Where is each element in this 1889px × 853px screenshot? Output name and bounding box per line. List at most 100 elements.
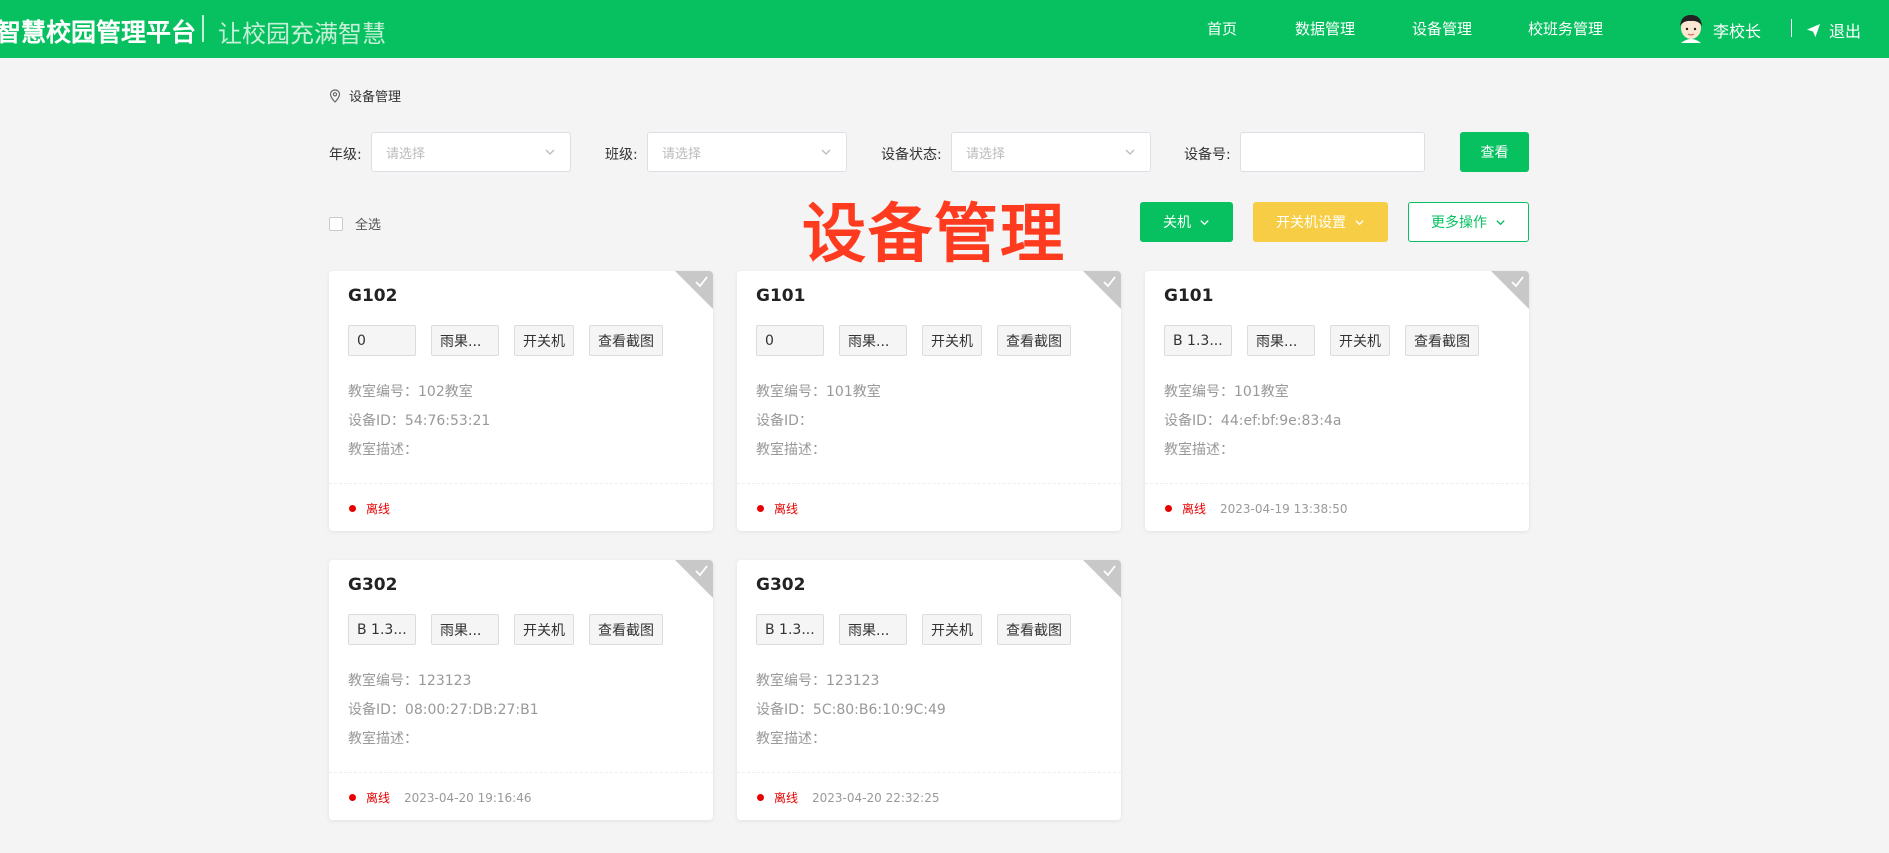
- power-toggle-button[interactable]: 开关机: [514, 614, 574, 645]
- room-description: 教室描述：: [1164, 439, 1234, 459]
- device-value-chip[interactable]: 0: [348, 325, 416, 356]
- power-toggle-button[interactable]: 开关机: [922, 614, 982, 645]
- checkbox-box[interactable]: [329, 216, 343, 231]
- room-number-label: 教室编号：: [756, 384, 826, 400]
- room-number-value: 101教室: [1234, 384, 1289, 400]
- room-number-label: 教室编号：: [1164, 384, 1234, 400]
- room-number-value: 102教室: [418, 384, 473, 400]
- page-title: 设备管理: [802, 198, 1066, 272]
- chevron-down-icon: [821, 149, 831, 155]
- nav-device-management[interactable]: 设备管理: [1412, 18, 1472, 39]
- grade-placeholder: 请选择: [386, 146, 426, 162]
- chevron-down-icon: [1355, 219, 1364, 225]
- nav-class-management[interactable]: 校班务管理: [1528, 18, 1603, 39]
- breadcrumb: 设备管理: [329, 86, 401, 105]
- power-toggle-button[interactable]: 开关机: [922, 325, 982, 356]
- view-screenshot-button[interactable]: 查看截图: [997, 325, 1071, 356]
- room-description: 教室描述：: [756, 439, 826, 459]
- avatar-icon[interactable]: [1677, 13, 1705, 43]
- device-value-chip[interactable]: B 1.3...: [348, 614, 416, 645]
- status-text: 离线: [774, 502, 799, 516]
- status-time: 2023-04-19 13:38:50: [1220, 501, 1348, 516]
- nav-data-management[interactable]: 数据管理: [1295, 18, 1355, 39]
- power-off-button[interactable]: 关机: [1140, 202, 1233, 242]
- device-no-input[interactable]: [1240, 132, 1425, 172]
- view-screenshot-button[interactable]: 查看截图: [589, 614, 663, 645]
- room-number-label: 教室编号：: [756, 673, 826, 689]
- status-dot: [757, 794, 764, 801]
- nav-home[interactable]: 首页: [1207, 18, 1237, 39]
- device-brand-chip[interactable]: 雨果...: [431, 325, 499, 356]
- chevron-down-icon: [1125, 149, 1135, 155]
- card-actions: 0 雨果... 开关机 查看截图: [756, 325, 1071, 356]
- device-id: 设备ID：44:ef:bf:9e:83:4a: [1164, 410, 1342, 430]
- device-brand-chip[interactable]: 雨果...: [1247, 325, 1315, 356]
- view-button[interactable]: 查看: [1460, 132, 1529, 172]
- status-text: 离线: [774, 791, 799, 805]
- device-value-chip[interactable]: B 1.3...: [1164, 325, 1232, 356]
- device-card[interactable]: G302 B 1.3... 雨果... 开关机 查看截图 教室编号：123123…: [737, 560, 1121, 820]
- card-divider: [737, 772, 1121, 773]
- check-icon: [1511, 276, 1524, 288]
- logout-label: 退出: [1829, 22, 1862, 41]
- grade-label: 年级:: [329, 147, 362, 163]
- room-number: 教室编号：101教室: [756, 381, 881, 401]
- status-select[interactable]: 请选择: [951, 132, 1151, 172]
- brand-divider: [202, 15, 204, 42]
- status-time: 2023-04-20 22:32:25: [812, 790, 940, 805]
- card-actions: B 1.3... 雨果... 开关机 查看截图: [1164, 325, 1479, 356]
- device-title: G101: [1164, 286, 1214, 306]
- device-id: 设备ID：08:00:27:DB:27:B1: [348, 699, 539, 719]
- device-brand-chip[interactable]: 雨果...: [839, 614, 907, 645]
- status-dot: [349, 505, 356, 512]
- room-description: 教室描述：: [348, 728, 418, 748]
- user-divider: [1791, 19, 1792, 37]
- view-screenshot-button[interactable]: 查看截图: [997, 614, 1071, 645]
- top-header: 智慧校园管理平台 让校园充满智慧 首页 数据管理 设备管理 校班务管理 李校长 …: [0, 0, 1889, 58]
- more-actions-button[interactable]: 更多操作: [1408, 202, 1529, 242]
- grade-select[interactable]: 请选择: [371, 132, 571, 172]
- card-divider: [329, 772, 713, 773]
- check-icon: [1103, 565, 1116, 577]
- select-all-checkbox[interactable]: 全选: [329, 214, 381, 233]
- breadcrumb-current: 设备管理: [349, 90, 402, 105]
- view-screenshot-button[interactable]: 查看截图: [589, 325, 663, 356]
- room-description: 教室描述：: [756, 728, 826, 748]
- card-actions: 0 雨果... 开关机 查看截图: [348, 325, 663, 356]
- device-card[interactable]: G101 B 1.3... 雨果... 开关机 查看截图 教室编号：101教室 …: [1145, 271, 1529, 531]
- device-card[interactable]: G302 B 1.3... 雨果... 开关机 查看截图 教室编号：123123…: [329, 560, 713, 820]
- power-schedule-button[interactable]: 开关机设置: [1253, 202, 1388, 242]
- power-toggle-button[interactable]: 开关机: [514, 325, 574, 356]
- view-screenshot-button[interactable]: 查看截图: [1405, 325, 1479, 356]
- room-description-label: 教室描述：: [348, 731, 418, 747]
- device-id: 设备ID：54:76:53:21: [348, 410, 490, 430]
- status-row: 离线: [349, 500, 404, 517]
- room-number-label: 教室编号：: [348, 384, 418, 400]
- card-divider: [1145, 483, 1529, 484]
- device-brand-chip[interactable]: 雨果...: [839, 325, 907, 356]
- status-label: 设备状态:: [881, 147, 942, 163]
- user-name[interactable]: 李校长: [1713, 18, 1761, 42]
- status-time: 2023-04-20 19:16:46: [404, 790, 532, 805]
- room-description-label: 教室描述：: [756, 731, 826, 747]
- room-number: 教室编号：102教室: [348, 381, 473, 401]
- device-card[interactable]: G102 0 雨果... 开关机 查看截图 教室编号：102教室 设备ID：54…: [329, 271, 713, 531]
- chevron-down-icon: [1200, 219, 1209, 225]
- class-select[interactable]: 请选择: [647, 132, 847, 172]
- status-row: 离线 2023-04-20 19:16:46: [349, 789, 531, 806]
- status-row: 离线 2023-04-20 22:32:25: [757, 789, 939, 806]
- device-brand-chip[interactable]: 雨果...: [431, 614, 499, 645]
- send-icon: [1806, 23, 1821, 37]
- card-actions: B 1.3... 雨果... 开关机 查看截图: [348, 614, 663, 645]
- device-value-chip[interactable]: 0: [756, 325, 824, 356]
- status-text: 离线: [366, 791, 391, 805]
- device-id-value: 08:00:27:DB:27:B1: [404, 702, 539, 718]
- power-toggle-button[interactable]: 开关机: [1330, 325, 1390, 356]
- device-value-chip[interactable]: B 1.3...: [756, 614, 824, 645]
- device-card[interactable]: G101 0 雨果... 开关机 查看截图 教室编号：101教室 设备ID： 教…: [737, 271, 1121, 531]
- room-number: 教室编号：123123: [348, 670, 471, 690]
- device-id-value: 44:ef:bf:9e:83:4a: [1220, 413, 1342, 429]
- location-icon: [329, 88, 341, 103]
- card-divider: [737, 483, 1121, 484]
- logout-button[interactable]: 退出: [1806, 18, 1861, 42]
